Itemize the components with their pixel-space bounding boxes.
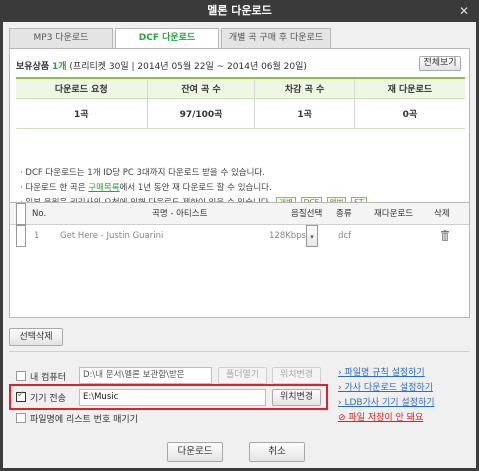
notice-item: · DCF 다운로드는 1개 ID당 PC 3대까지 다운로드 받을 수 있습니…	[20, 168, 265, 178]
select-all-checkbox[interactable]	[16, 203, 26, 225]
row-checkbox[interactable]	[16, 225, 26, 247]
tab-individual-download[interactable]: 개별 곡 구매 후 다운로드	[221, 28, 331, 48]
col-quality: 음질선택	[291, 209, 323, 219]
device-transfer-checkbox[interactable]	[16, 390, 26, 402]
col-redownload: 재다운로드	[374, 209, 414, 219]
open-folder-button[interactable]: 폴더열기	[218, 367, 267, 384]
window-title: 멜론 다운로드	[207, 4, 272, 17]
row-quality: 128Kbps	[269, 231, 307, 241]
stat-header: 차감 곡 수	[254, 77, 355, 99]
owned-product: 보유상품 1개 (프리티켓 30일 | 2014년 05월 22일 ~ 2014…	[16, 59, 307, 72]
stat-deducted-value: 1곡	[254, 98, 355, 129]
delete-selected-button[interactable]: 선택삭제	[9, 328, 63, 346]
title-bar: 멜론 다운로드 ✕	[0, 0, 479, 22]
stat-header: 재 다운로드	[353, 77, 465, 99]
change-location-button[interactable]: 위치변경	[272, 367, 321, 384]
trash-icon[interactable]	[440, 230, 450, 241]
col-type: 종류	[336, 209, 352, 219]
divider	[9, 351, 470, 352]
device-transfer-label: 기기 전송	[30, 394, 66, 404]
table-row[interactable]: 1 Get Here - Justin Guarini 128Kbps ▾ dc…	[10, 225, 469, 247]
stat-redownload-value: 0곡	[353, 98, 465, 129]
stat-header: 잔여 곡 수	[146, 77, 255, 99]
song-list-panel: No. 곡명 - 아티스트 음질선택 종류 재다운로드 삭제 1 Get Her…	[9, 202, 470, 318]
owned-label: 보유상품	[16, 62, 50, 72]
filename-rule-link[interactable]: › 파일명 규칙 설정하기	[338, 366, 435, 381]
stat-header: 다운로드 요청	[16, 77, 148, 99]
download-button[interactable]: 다운로드	[167, 442, 223, 462]
my-computer-path-input[interactable]: D:\내 문서\멜론 보관함\받은	[79, 367, 212, 384]
settings-links: › 파일명 규칙 설정하기 › 가사 다운로드 설정하기 › LDB가사 기기 …	[338, 366, 435, 426]
col-no: No.	[32, 209, 47, 219]
dialog-body: MP3 다운로드 DCF 다운로드 개별 곡 구매 후 다운로드 보유상품 1개…	[3, 22, 476, 468]
purchase-list-link[interactable]: 구매목록	[88, 183, 119, 193]
ldb-lyrics-link[interactable]: › LDB가사 기기 설정하기	[338, 396, 435, 411]
my-computer-checkbox[interactable]	[16, 371, 26, 381]
stat-request-value: 1곡	[16, 98, 148, 129]
col-delete: 삭제	[434, 209, 450, 219]
dcf-summary-panel: 보유상품 1개 (프리티켓 30일 | 2014년 05월 22일 ~ 2014…	[9, 48, 470, 217]
lyrics-download-link[interactable]: › 가사 다운로드 설정하기	[338, 381, 435, 396]
filename-number-checkbox[interactable]	[16, 413, 26, 423]
notice-item: · 다운로드 한 곡은 구매목록에서 1년 동안 재 다운로드 할 수 있습니다…	[20, 183, 272, 193]
download-window: 멜론 다운로드 ✕ MP3 다운로드 DCF 다운로드 개별 곡 구매 후 다운…	[0, 0, 479, 471]
tab-mp3-download[interactable]: MP3 다운로드	[9, 28, 113, 48]
device-change-location-button[interactable]: 위치변경	[272, 389, 321, 406]
owned-count: 1개	[52, 62, 67, 72]
tab-dcf-download[interactable]: DCF 다운로드	[115, 28, 219, 50]
filename-number-label: 파일명에 리스트 번호 매기기	[30, 415, 138, 425]
view-all-button[interactable]: 전체보기	[419, 56, 461, 71]
row-type: dcf	[338, 231, 352, 241]
cancel-button[interactable]: 취소	[249, 442, 305, 462]
row-no: 1	[34, 231, 40, 241]
list-header: No. 곡명 - 아티스트 음질선택 종류 재다운로드 삭제	[10, 203, 469, 225]
my-computer-label: 내 컴퓨터	[30, 373, 66, 383]
owned-detail: (프리티켓 30일 | 2014년 05월 22일 ~ 2014년 06월 20…	[69, 62, 307, 72]
col-title: 곡명 - 아티스트	[152, 209, 208, 219]
stats-table: 다운로드 요청 잔여 곡 수 차감 곡 수 재 다운로드 1곡 97/100곡 …	[16, 77, 465, 129]
stat-remaining-value: 97/100곡	[146, 98, 255, 129]
quality-dropdown-icon[interactable]: ▾	[306, 225, 318, 247]
device-path-input[interactable]: E:\Music	[79, 389, 266, 406]
close-icon[interactable]: ✕	[457, 0, 471, 22]
row-title: Get Here - Justin Guarini	[60, 231, 164, 241]
save-problem-link[interactable]: ⊘ 파일 저장이 안 돼요	[338, 411, 435, 426]
